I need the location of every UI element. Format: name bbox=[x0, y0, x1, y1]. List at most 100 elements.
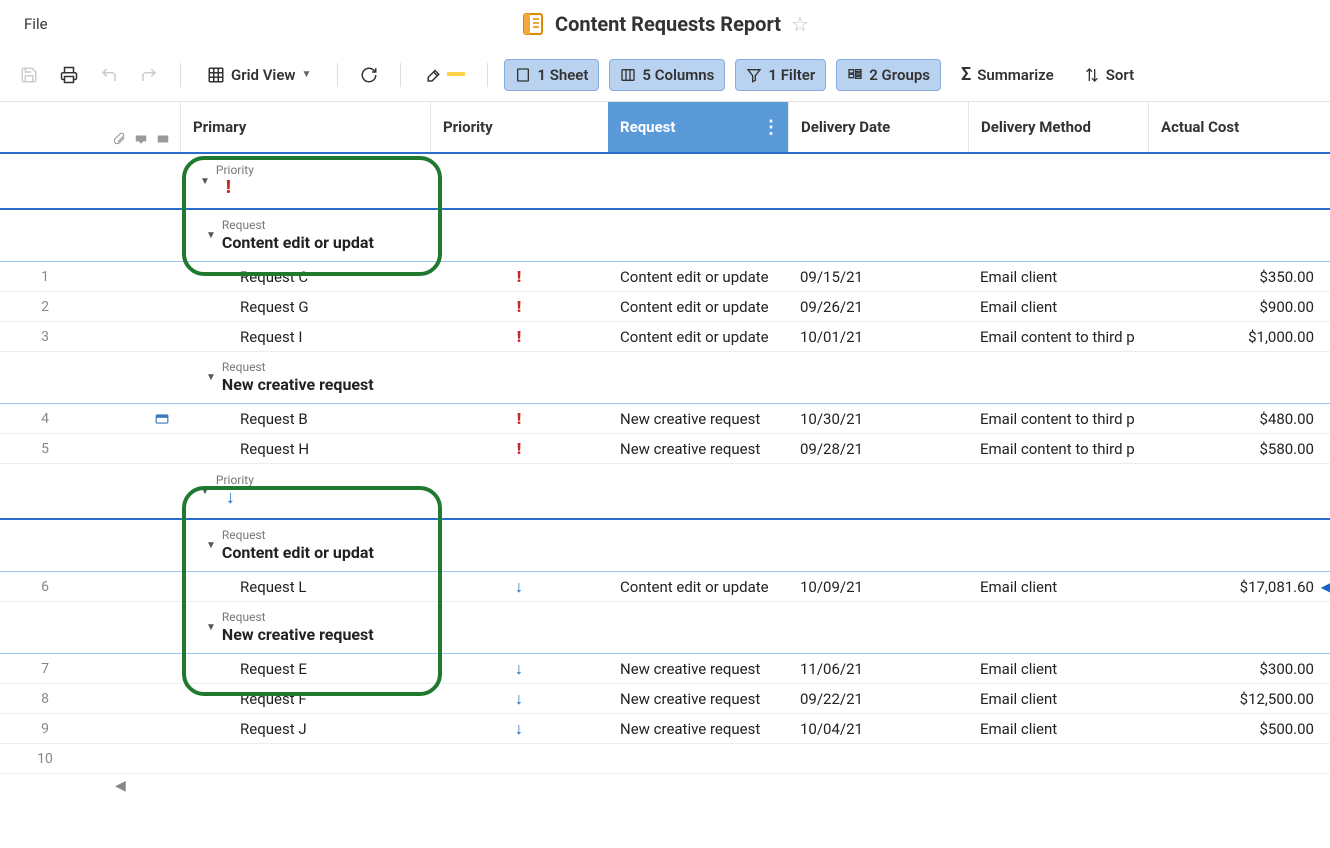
group-header-priority-high[interactable]: ▼ Priority ! bbox=[0, 154, 1330, 210]
cell-actual-cost[interactable]: $900.00 bbox=[1148, 298, 1328, 316]
cell-actual-cost[interactable]: $17,081.60 bbox=[1148, 578, 1328, 596]
cell-delivery-method[interactable]: Email client bbox=[968, 578, 1148, 596]
cell-primary[interactable]: Request E bbox=[180, 660, 430, 678]
column-menu-icon[interactable]: ⋮ bbox=[762, 117, 780, 138]
cell-actual-cost[interactable]: $580.00 bbox=[1148, 440, 1328, 458]
save-button[interactable] bbox=[14, 60, 44, 90]
cell-delivery-date[interactable]: 11/06/21 bbox=[788, 660, 968, 678]
collapse-icon[interactable]: ▼ bbox=[200, 176, 210, 187]
cell-delivery-date[interactable]: 10/04/21 bbox=[788, 720, 968, 738]
cell-delivery-method[interactable]: Email client bbox=[968, 268, 1148, 286]
cell-primary[interactable]: Request J bbox=[180, 720, 430, 738]
column-header-delivery-date[interactable]: Delivery Date bbox=[788, 102, 968, 152]
table-row[interactable]: 6 Request L ↓ Content edit or update 10/… bbox=[0, 572, 1330, 602]
table-row[interactable]: 9 Request J ↓ New creative request 10/04… bbox=[0, 714, 1330, 744]
cell-delivery-method[interactable]: Email content to third p bbox=[968, 410, 1148, 428]
filter-button[interactable]: 1 Filter bbox=[735, 59, 826, 91]
sort-button[interactable]: Sort bbox=[1074, 60, 1144, 90]
group-header-request-content-edit[interactable]: ▼ Request Content edit or updat bbox=[0, 210, 1330, 262]
cell-request[interactable]: Content edit or update bbox=[608, 578, 788, 596]
scroll-left-icon[interactable]: ◀ bbox=[115, 778, 126, 794]
cell-delivery-method[interactable]: Email content to third p bbox=[968, 328, 1148, 346]
collapse-icon[interactable]: ▼ bbox=[206, 230, 216, 241]
cell-primary[interactable]: Request C bbox=[180, 268, 430, 286]
columns-button[interactable]: 5 Columns bbox=[609, 59, 725, 91]
cell-delivery-method[interactable]: Email client bbox=[968, 298, 1148, 316]
cell-priority[interactable]: ↓ bbox=[430, 577, 608, 597]
undo-button[interactable] bbox=[94, 60, 124, 90]
refresh-button[interactable] bbox=[354, 60, 384, 90]
cell-priority[interactable]: ↓ bbox=[430, 719, 608, 739]
group-header-request-new-creative[interactable]: ▼ Request New creative request bbox=[0, 352, 1330, 404]
cell-primary[interactable]: Request G bbox=[180, 298, 430, 316]
table-row[interactable]: 3 Request I ! Content edit or update 10/… bbox=[0, 322, 1330, 352]
cell-delivery-date[interactable]: 10/01/21 bbox=[788, 328, 968, 346]
cell-delivery-method[interactable]: Email client bbox=[968, 690, 1148, 708]
card-view-icon[interactable] bbox=[154, 412, 170, 426]
group-header-request-new-creative[interactable]: ▼ Request New creative request bbox=[0, 602, 1330, 654]
groups-button[interactable]: 2 Groups bbox=[836, 59, 941, 91]
cell-actual-cost[interactable]: $1,000.00 bbox=[1148, 328, 1328, 346]
table-row[interactable]: 8 Request F ↓ New creative request 09/22… bbox=[0, 684, 1330, 714]
print-button[interactable] bbox=[54, 60, 84, 90]
cell-request[interactable]: New creative request bbox=[608, 690, 788, 708]
column-header-actual-cost[interactable]: Actual Cost bbox=[1148, 102, 1328, 152]
cell-delivery-date[interactable]: 10/09/21 bbox=[788, 578, 968, 596]
cell-priority[interactable]: ↓ bbox=[430, 689, 608, 709]
cell-request[interactable]: Content edit or update bbox=[608, 328, 788, 346]
group-header-priority-low[interactable]: ▼ Priority ↓ bbox=[0, 464, 1330, 520]
cell-delivery-date[interactable]: 09/28/21 bbox=[788, 440, 968, 458]
collapse-icon[interactable]: ▼ bbox=[206, 372, 216, 383]
cell-primary[interactable]: Request L bbox=[180, 578, 430, 596]
cell-request[interactable]: Content edit or update bbox=[608, 298, 788, 316]
cell-delivery-date[interactable]: 09/22/21 bbox=[788, 690, 968, 708]
cell-request[interactable]: New creative request bbox=[608, 720, 788, 738]
cell-primary[interactable]: Request I bbox=[180, 328, 430, 346]
cell-actual-cost[interactable]: $300.00 bbox=[1148, 660, 1328, 678]
table-row[interactable]: 10 bbox=[0, 744, 1330, 774]
cell-priority[interactable]: ↓ bbox=[430, 659, 608, 679]
cell-actual-cost[interactable]: $480.00 bbox=[1148, 410, 1328, 428]
cell-request[interactable]: Content edit or update bbox=[608, 268, 788, 286]
favorite-star-icon[interactable]: ☆ bbox=[791, 12, 809, 36]
column-header-priority[interactable]: Priority bbox=[430, 102, 608, 152]
table-row[interactable]: 4 Request B ! New creative request 10/30… bbox=[0, 404, 1330, 434]
column-header-request[interactable]: Request ⋮ bbox=[608, 102, 788, 152]
table-row[interactable]: 5 Request H ! New creative request 09/28… bbox=[0, 434, 1330, 464]
cell-priority[interactable]: ! bbox=[430, 409, 608, 428]
file-menu[interactable]: File bbox=[24, 15, 48, 33]
cell-actual-cost[interactable]: $500.00 bbox=[1148, 720, 1328, 738]
table-row[interactable]: 2 Request G ! Content edit or update 09/… bbox=[0, 292, 1330, 322]
cell-request[interactable]: New creative request bbox=[608, 440, 788, 458]
cell-delivery-date[interactable]: 09/15/21 bbox=[788, 268, 968, 286]
table-row[interactable]: 1 Request C ! Content edit or update 09/… bbox=[0, 262, 1330, 292]
sheet-button[interactable]: 1 Sheet bbox=[504, 59, 599, 91]
cell-actual-cost[interactable]: $12,500.00 bbox=[1148, 690, 1328, 708]
group-header-request-content-edit[interactable]: ▼ Request Content edit or updat bbox=[0, 520, 1330, 572]
redo-button[interactable] bbox=[134, 60, 164, 90]
highlight-button[interactable] bbox=[417, 60, 471, 90]
cell-delivery-method[interactable]: Email content to third p bbox=[968, 440, 1148, 458]
cell-delivery-date[interactable]: 10/30/21 bbox=[788, 410, 968, 428]
table-row[interactable]: 7 Request E ↓ New creative request 11/06… bbox=[0, 654, 1330, 684]
cell-delivery-date[interactable]: 09/26/21 bbox=[788, 298, 968, 316]
collapse-icon[interactable]: ▼ bbox=[200, 486, 210, 497]
cell-request[interactable]: New creative request bbox=[608, 660, 788, 678]
cell-priority[interactable]: ! bbox=[430, 327, 608, 346]
summarize-button[interactable]: Σ Summarize bbox=[951, 58, 1064, 91]
cell-primary[interactable]: Request F bbox=[180, 690, 430, 708]
column-header-delivery-method[interactable]: Delivery Method bbox=[968, 102, 1148, 152]
collapse-icon[interactable]: ▼ bbox=[206, 540, 216, 551]
view-selector[interactable]: Grid View ▼ bbox=[197, 60, 321, 90]
collapse-icon[interactable]: ▼ bbox=[206, 622, 216, 633]
cell-actual-cost[interactable]: $350.00 bbox=[1148, 268, 1328, 286]
cell-delivery-method[interactable]: Email client bbox=[968, 660, 1148, 678]
cell-priority[interactable]: ! bbox=[430, 439, 608, 458]
cell-primary[interactable]: Request B bbox=[180, 410, 430, 428]
cell-priority[interactable]: ! bbox=[430, 297, 608, 316]
cell-delivery-method[interactable]: Email client bbox=[968, 720, 1148, 738]
cell-request[interactable]: New creative request bbox=[608, 410, 788, 428]
cell-priority[interactable]: ! bbox=[430, 267, 608, 286]
column-header-primary[interactable]: Primary bbox=[180, 102, 430, 152]
cell-primary[interactable]: Request H bbox=[180, 440, 430, 458]
